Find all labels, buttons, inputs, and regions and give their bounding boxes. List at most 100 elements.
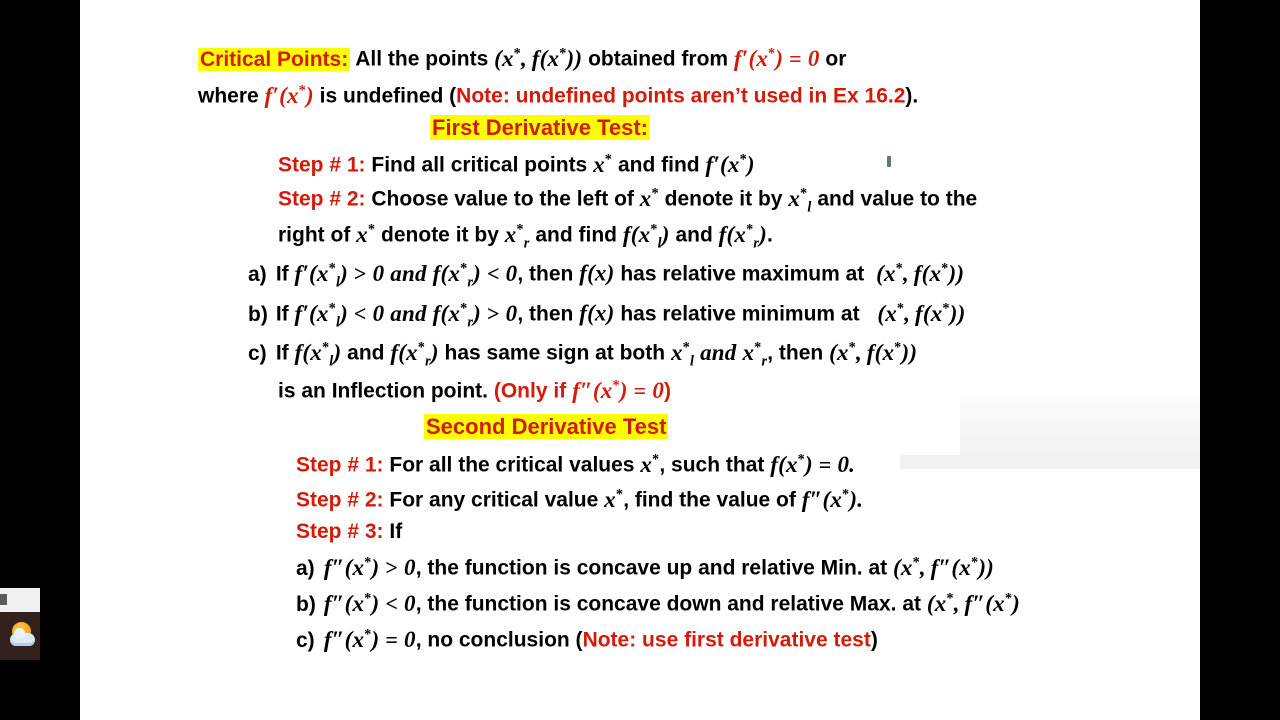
item-label: a) <box>248 262 267 286</box>
item-c-math-3: x*l and x*r <box>670 339 768 370</box>
slide-canvas: Critical Points: All the points (x*, f(x… <box>80 0 1200 720</box>
s-step2-text-b: , find the value of <box>623 488 796 512</box>
step2b-math-a: x* <box>356 221 376 247</box>
cp-text-a: All the points <box>355 47 489 71</box>
s-step1-math-b: f(x*) = 0. <box>770 451 856 477</box>
item-a-text-1: , then <box>517 262 574 286</box>
s-step2-math-b: f″(x*). <box>801 486 864 512</box>
item-label: a) <box>296 556 315 580</box>
item-label: c) <box>296 628 315 652</box>
s-item-b-text: , the function is concave down and relat… <box>415 592 922 616</box>
second-derivative-test-heading: Second Derivative Test <box>424 414 1200 439</box>
s-item-a-text: , the function is concave up and relativ… <box>415 556 888 580</box>
step2-text-c: and value to the <box>817 187 978 211</box>
second-test-item-c: c) f″(x*) = 0, no conclusion (Note: use … <box>296 627 1200 651</box>
step1-text-b: and find <box>617 153 700 177</box>
step1-math-a: x* <box>593 151 613 177</box>
second-test-step-2: Step # 2: For any critical value x*, fin… <box>296 487 1200 511</box>
item-a-if: If <box>275 262 289 286</box>
s-step2-text-a: For any critical value <box>389 488 599 512</box>
first-test-item-b: b) If f′(x*l) < 0 and f(x*r) > 0, then f… <box>248 301 1200 330</box>
cp2-text-b: is undefined ( <box>319 84 457 108</box>
first-derivative-test-label: First Derivative Test: <box>430 115 651 140</box>
item-c-math-4: (x*, f(x*)) <box>829 339 918 365</box>
s-step1-math-a: x* <box>640 451 660 477</box>
s-step1-text-b: , such that <box>659 453 765 477</box>
second-test-item-a: a) f″(x*) > 0, the function is concave u… <box>296 555 1200 579</box>
first-test-step-1: Step # 1: Find all critical points x* an… <box>278 152 1200 176</box>
step1-math-b: f′(x*) <box>705 151 755 177</box>
s-item-a-math-2: (x*, f″(x*)) <box>893 554 995 580</box>
step2b-math-c: f(x*l) <box>622 221 670 252</box>
first-test-step-2-cont: right of x* denote it by x*r and find f(… <box>278 222 1200 251</box>
step2-text-b: denote it by <box>664 187 783 211</box>
step2-math-a: x* <box>639 185 659 211</box>
s-item-c-math-1: f″(x*) = 0 <box>323 626 416 652</box>
item-b-math-2: f(x) <box>579 300 615 326</box>
step2-text-a: Choose value to the left of <box>371 187 634 211</box>
item-c-if: If <box>275 341 289 365</box>
step2b-text-e: . <box>767 223 773 247</box>
first-derivative-test-heading: First Derivative Test: <box>430 115 1200 140</box>
item-label: c) <box>248 341 267 365</box>
second-derivative-test-label: Second Derivative Test <box>424 414 669 439</box>
step2b-text-a: right of <box>278 223 351 247</box>
first-test-item-c: c) If f(x*l) and f(x*r) has same sign at… <box>248 340 1200 369</box>
first-test-item-c-cont: is an Inflection point. (Only if f″(x*) … <box>278 378 1200 402</box>
item-c-text-1: and <box>347 341 385 365</box>
cloud-icon <box>10 628 35 646</box>
item-c-note-close: ) <box>664 379 672 403</box>
step2b-math-d: f(x*r) <box>718 221 768 252</box>
cp-text-c: or <box>825 47 847 71</box>
cp2-math: f′(x*) <box>264 82 314 108</box>
item-b-if: If <box>275 302 289 326</box>
item-label: b) <box>248 302 268 326</box>
cp-math-eq: f′(x*) = 0 <box>733 45 820 71</box>
taskbar-top-strip <box>0 588 40 612</box>
step-label: Step # 3: <box>296 520 384 543</box>
item-b-math-3: (x*, f(x*)) <box>865 300 966 326</box>
step-label: Step # 2: <box>278 187 366 211</box>
step2b-math-b: x*r <box>504 221 530 252</box>
taskbar-nub-icon <box>0 594 7 605</box>
cp2-text-a: where <box>198 84 259 108</box>
s-step3-text: If <box>389 520 403 543</box>
screen: Critical Points: All the points (x*, f(x… <box>0 0 1280 720</box>
step1-text-a: Find all critical points <box>371 153 588 177</box>
item-b-text-2: has relative minimum at <box>620 302 860 326</box>
s-item-c-close: ) <box>870 628 878 652</box>
step2b-text-d: and <box>675 223 713 247</box>
cp-math-point: (x*, f(x*)) <box>494 45 583 71</box>
s-step1-text-a: For all the critical values <box>389 453 635 477</box>
item-a-text-2: has relative maximum at <box>620 262 865 286</box>
second-test-item-b: b) f″(x*) < 0, the function is concave d… <box>296 591 1200 615</box>
first-test-item-a: a) If f′(x*l) > 0 and f(x*r) < 0, then f… <box>248 261 1200 290</box>
step2b-text-c: and find <box>535 223 617 247</box>
step2b-text-b: denote it by <box>381 223 499 247</box>
item-b-text-1: , then <box>517 302 574 326</box>
item-a-math-2: f(x) <box>579 260 615 286</box>
s-item-c-text: , no conclusion ( <box>415 628 583 652</box>
item-a-math-3: (x*, f(x*)) <box>870 260 965 286</box>
cp2-note: Note: undefined points aren’t used in Ex… <box>456 84 906 108</box>
item-c-math-2: f(x*r) <box>390 339 439 370</box>
cp-text-b: obtained from <box>588 47 729 71</box>
s-item-b-math-1: f″(x*) < 0 <box>323 590 416 616</box>
critical-points-line-2: where f′(x*) is undefined (Note: undefin… <box>198 83 1200 107</box>
critical-points-line-1: Critical Points: All the points (x*, f(x… <box>198 45 1200 71</box>
second-test-step-3: Step # 3: If <box>296 521 1200 542</box>
weather-sun-cloud-icon[interactable] <box>10 622 38 648</box>
s-item-b-math-2: (x*, f″(x*) <box>926 590 1021 616</box>
cp2-text-c: ). <box>905 84 919 108</box>
item-c-note-math: f″(x*) = 0 <box>572 377 665 403</box>
step-label: Step # 1: <box>296 453 384 477</box>
step-label: Step # 2: <box>296 488 384 512</box>
item-c-line2-text: is an Inflection point. <box>278 379 488 403</box>
s-item-a-math-1: f″(x*) > 0 <box>323 554 416 580</box>
first-test-step-2: Step # 2: Choose value to the left of x*… <box>278 186 1200 215</box>
second-test-step-1: Step # 1: For all the critical values x*… <box>296 452 1200 476</box>
item-c-note-open: (Only if <box>493 379 567 403</box>
item-c-text-2: has same sign at both <box>444 341 666 365</box>
taskbar-sliver[interactable] <box>0 612 40 660</box>
item-a-math-1: f′(x*l) > 0 and f(x*r) < 0 <box>294 260 518 291</box>
